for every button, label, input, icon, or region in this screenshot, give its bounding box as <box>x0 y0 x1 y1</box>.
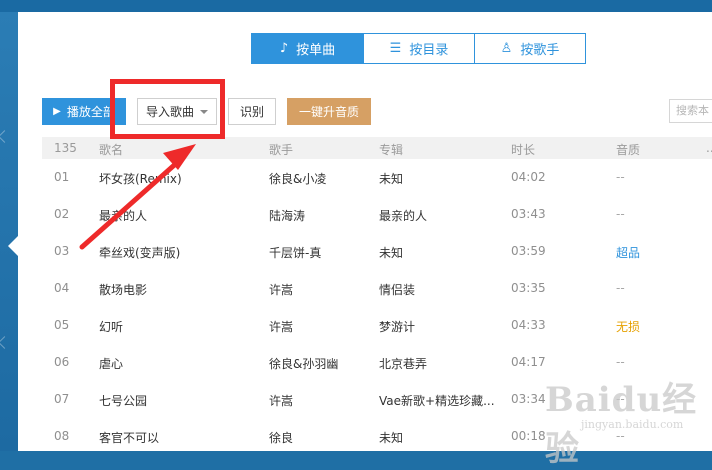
annotation-arrow-shaft <box>79 157 183 250</box>
watermark-url: jingyan.baidu.com <box>581 418 684 431</box>
annotation-arrow-head <box>163 144 196 170</box>
baidu-watermark: Baidu经验 jingyan.baidu.com <box>545 372 710 469</box>
